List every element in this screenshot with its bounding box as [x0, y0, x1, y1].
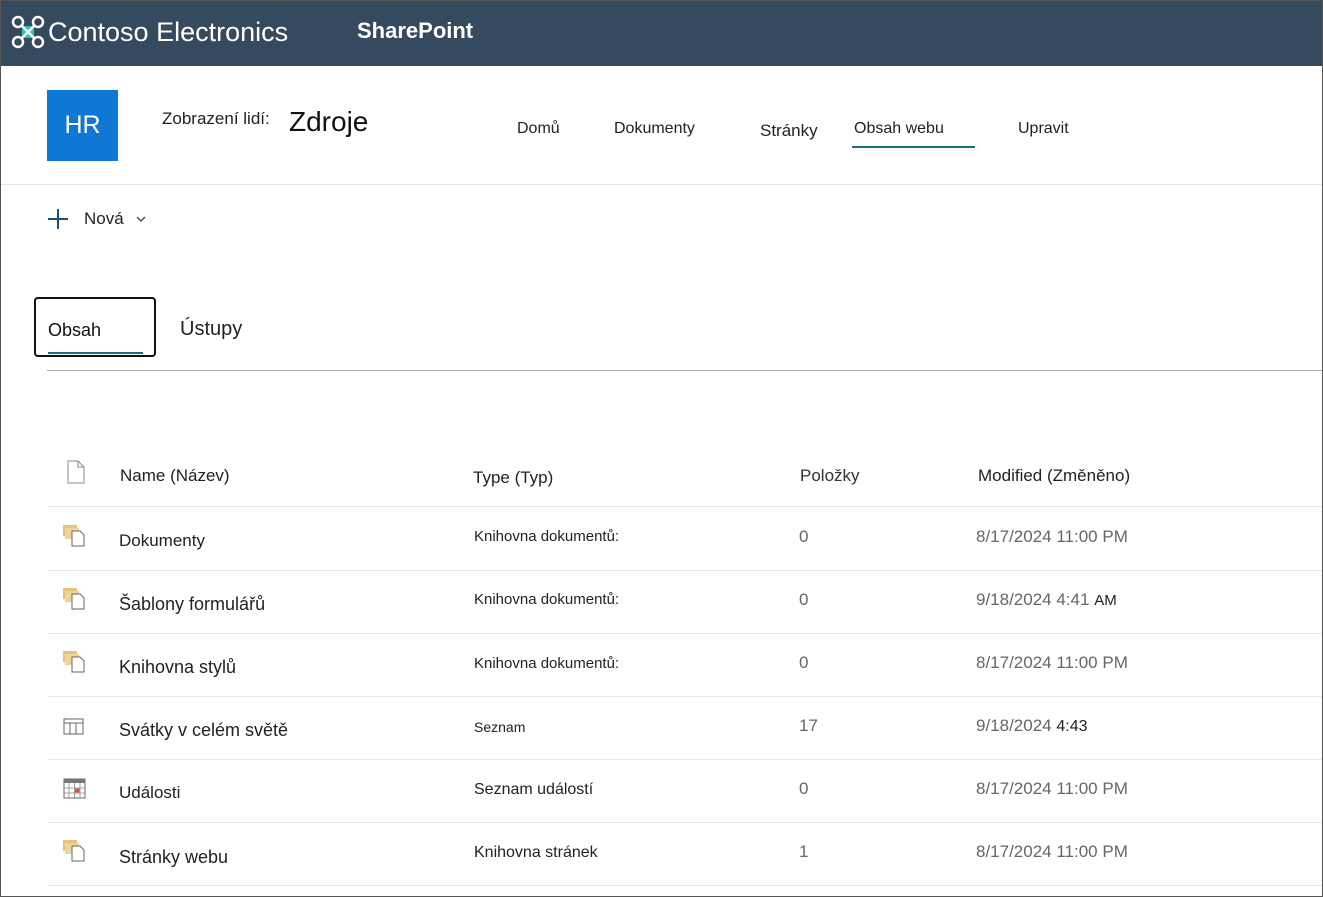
row-modified-suffix: 4:43 [1056, 718, 1088, 735]
row-type: Knihovna dokumentů: [474, 655, 620, 672]
row-type: Knihovna dokumentů: [474, 591, 620, 608]
column-header-type[interactable]: Type (Typ) [473, 468, 553, 488]
table-row[interactable]: Stránky webu Knihovna stránek 1 8/17/202… [47, 822, 1323, 886]
calendar-icon [63, 778, 86, 799]
tab-recycle[interactable]: Ústupy [180, 318, 242, 341]
row-modified-date: 9/18/2024 4:41 [976, 590, 1090, 609]
row-items: 1 [799, 842, 809, 861]
site-logo-text: HR [64, 111, 101, 139]
org-name[interactable]: Contoso Electronics [48, 17, 288, 48]
document-library-icon [63, 840, 85, 862]
row-name[interactable]: Stránky webu [119, 847, 228, 868]
column-header-modified[interactable]: Modified (Změněno) [978, 466, 1130, 486]
table-row[interactable]: Knihovna stylů Knihovna dokumentů: 0 8/1… [47, 633, 1323, 697]
list-icon [63, 718, 84, 735]
document-library-icon [63, 651, 85, 673]
site-logo[interactable]: HR [47, 90, 118, 161]
row-type: Seznam [474, 719, 526, 735]
table-row[interactable]: Svátky v celém světě Seznam 17 9/18/2024… [47, 696, 1323, 760]
site-title-prefix: Zobrazení lidí: [162, 109, 270, 128]
contoso-logo-icon[interactable] [11, 15, 45, 49]
row-type: Knihovna dokumentů: [474, 528, 620, 545]
row-modified: 9/18/2024 4:43 [976, 716, 1088, 736]
row-type: Knihovna stránek [474, 844, 598, 861]
row-modified-date: 9/18/2024 [976, 716, 1052, 735]
row-name[interactable]: Dokumenty [119, 531, 205, 551]
table-row[interactable]: Šablony formulářů Knihovna dokumentů: 0 … [47, 570, 1323, 634]
suite-bar: Contoso Electronics SharePoint [0, 0, 1323, 66]
row-modified-suffix: AM [1094, 592, 1117, 609]
nav-item-documents[interactable]: Dokumenty [614, 120, 695, 138]
tab-contents-label[interactable]: Obsah [48, 320, 101, 341]
nav-item-home[interactable]: Domů [517, 120, 560, 138]
row-name[interactable]: Knihovna stylů [119, 657, 236, 678]
row-modified: 8/17/2024 11:00 PM [976, 653, 1128, 672]
plus-icon [47, 208, 69, 230]
chevron-down-icon[interactable] [136, 214, 146, 224]
row-modified: 8/17/2024 11:00 PM [976, 842, 1128, 861]
column-header-name[interactable]: Name (Název) [120, 466, 230, 486]
row-items: 17 [799, 716, 818, 735]
table-row[interactable]: Dokumenty Knihovna dokumentů: 0 8/17/202… [47, 507, 1323, 571]
tabs-divider [47, 370, 1323, 371]
table-row[interactable]: Události Seznam událostí 0 8/17/2024 11:… [47, 759, 1323, 823]
column-header-items[interactable]: Položky [800, 466, 860, 486]
document-library-icon [63, 588, 85, 610]
table-header: Name (Název) Type (Typ) Položky Modified… [47, 450, 1323, 507]
nav-active-indicator [852, 146, 975, 148]
site-title[interactable]: Zdroje [289, 106, 368, 138]
row-items: 0 [799, 653, 809, 672]
row-name[interactable]: Šablony formulářů [119, 594, 265, 615]
row-modified: 8/17/2024 11:00 PM [976, 779, 1128, 798]
row-modified: 8/17/2024 11:00 PM [976, 527, 1128, 546]
row-name[interactable]: Svátky v celém světě [119, 720, 288, 741]
site-header: HR Zobrazení lidí: Zdroje Domů Dokumenty… [0, 66, 1323, 185]
new-button[interactable]: Nová [47, 205, 146, 233]
row-modified: 9/18/2024 4:41 AM [976, 590, 1117, 610]
row-items: 0 [799, 527, 809, 546]
nav-item-site-contents[interactable]: Obsah webu [854, 120, 944, 138]
app-name[interactable]: SharePoint [357, 18, 473, 44]
tab-selected-indicator [48, 352, 143, 354]
row-items: 0 [799, 779, 809, 798]
document-library-icon [63, 525, 85, 547]
row-type: Seznam událostí [474, 781, 594, 798]
row-name[interactable]: Události [119, 783, 180, 803]
new-button-label: Nová [84, 209, 124, 228]
row-items: 0 [799, 590, 809, 609]
nav-item-edit[interactable]: Upravit [1018, 120, 1069, 138]
nav-item-pages[interactable]: Stránky [760, 121, 818, 141]
file-type-icon[interactable] [67, 460, 85, 484]
